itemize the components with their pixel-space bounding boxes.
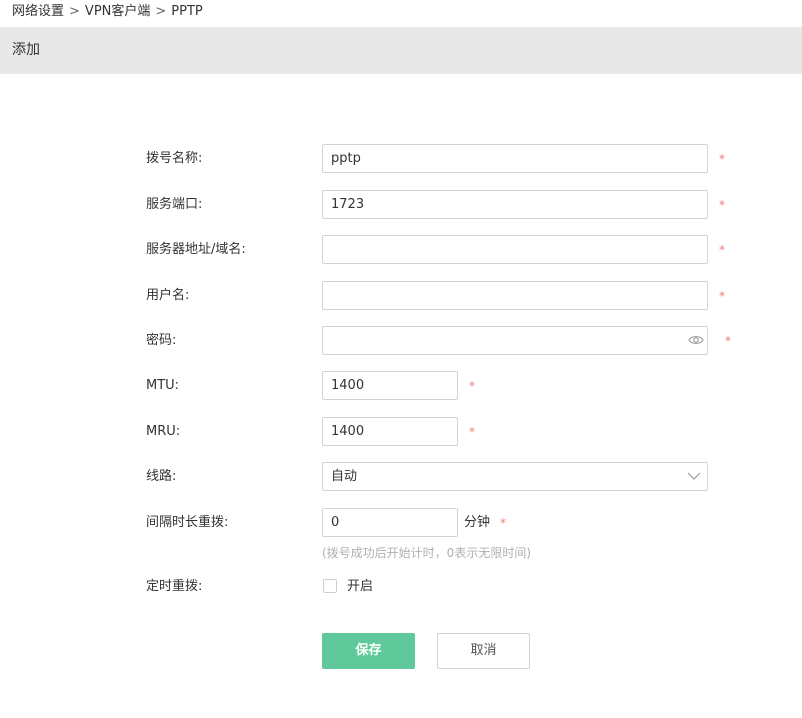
section-header: 添加	[0, 27, 802, 74]
dial-name-label: 拨号名称:	[146, 151, 203, 166]
line-label: 线路:	[146, 469, 177, 484]
redial-interval-label: 间隔时长重拨:	[146, 515, 229, 530]
username-label: 用户名:	[146, 288, 190, 303]
required-mark: *	[719, 289, 725, 303]
redial-interval-input[interactable]	[322, 508, 458, 537]
redial-interval-hint: (拨号成功后开始计时，0表示无限时间)	[322, 546, 531, 560]
mtu-label: MTU:	[146, 378, 180, 393]
breadcrumb-separator: >	[69, 4, 80, 19]
mtu-input[interactable]	[322, 371, 458, 400]
service-port-input[interactable]	[322, 190, 708, 219]
eye-icon[interactable]	[688, 334, 704, 346]
dial-name-input[interactable]	[322, 144, 708, 173]
required-mark: *	[469, 379, 475, 393]
scheduled-redial-checkbox-label[interactable]: 开启	[347, 578, 373, 596]
required-mark: *	[725, 334, 731, 348]
required-mark: *	[719, 243, 725, 257]
redial-interval-unit: 分钟	[464, 515, 491, 530]
section-title: 添加	[12, 42, 40, 58]
line-select[interactable]: 自动	[322, 462, 708, 491]
username-input[interactable]	[322, 281, 708, 310]
scheduled-redial-checkbox[interactable]	[323, 579, 337, 593]
required-mark: *	[719, 152, 725, 166]
required-mark: *	[469, 425, 475, 439]
line-select-value: 自动	[331, 469, 358, 484]
breadcrumb-item-vpn-client[interactable]: VPN客户端	[85, 4, 150, 19]
breadcrumb-separator: >	[155, 4, 167, 19]
save-button[interactable]: 保存	[322, 633, 415, 669]
chevron-down-icon	[687, 472, 701, 480]
server-address-input[interactable]	[322, 235, 708, 264]
mru-input[interactable]	[322, 417, 458, 446]
password-label: 密码:	[146, 333, 177, 348]
breadcrumb: 网络设置 > VPN客户端 > PPTP	[12, 3, 203, 21]
mru-label: MRU:	[146, 424, 181, 439]
service-port-label: 服务端口:	[146, 197, 203, 212]
password-input[interactable]	[322, 326, 708, 355]
scheduled-redial-label: 定时重拨:	[146, 579, 203, 594]
server-address-label: 服务器地址/域名:	[146, 242, 246, 257]
breadcrumb-item-network-settings[interactable]: 网络设置	[12, 4, 64, 19]
required-mark: *	[719, 198, 725, 212]
breadcrumb-item-pptp: PPTP	[171, 4, 203, 19]
cancel-button[interactable]: 取消	[437, 633, 530, 669]
required-mark: *	[500, 516, 506, 530]
